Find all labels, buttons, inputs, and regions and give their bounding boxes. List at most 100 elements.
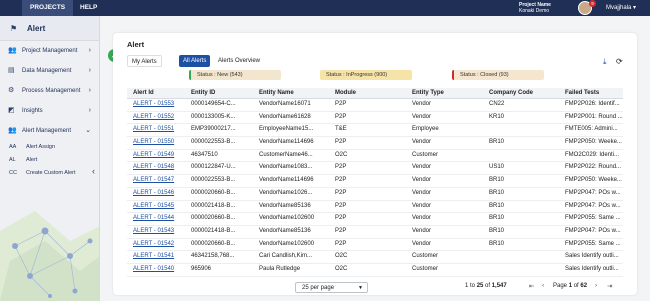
sidebar-item-label: Alert Management <box>22 128 72 134</box>
previous-page-icon[interactable]: ‹ <box>542 282 544 289</box>
refresh-icon[interactable]: ⟳ <box>616 57 623 66</box>
alert-id-link[interactable]: ALERT - 01553 <box>133 99 189 111</box>
table-row[interactable]: ALERT - 01543 0000021418-B... VendorName85… <box>127 226 623 239</box>
sidebar-item-insights[interactable]: ◩ Insights › <box>0 101 99 121</box>
column-header-entity-type[interactable]: Entity Type <box>412 88 444 99</box>
cell-entity-type: Vendor <box>412 177 432 184</box>
alert-id-link[interactable]: ALERT - 01547 <box>133 175 189 187</box>
cell-entity-id: 46347510 <box>191 151 218 158</box>
status-closed-badge[interactable]: Status : Closed (93) <box>452 70 544 80</box>
alert-panel: Alert My Alerts All Alerts Alerts Overvi… <box>113 33 637 295</box>
nav-help[interactable]: HELP <box>72 0 105 16</box>
table-row[interactable]: ALERT - 01542 0000020660-B... VendorName10… <box>127 239 623 252</box>
status-new-badge[interactable]: Status : New (543) <box>189 70 281 80</box>
table-body: ALERT - 01553 0000149654-C... VendorName16… <box>127 99 623 277</box>
first-page-icon[interactable]: ⇤ <box>529 282 534 290</box>
cell-entity-type: Vendor <box>412 189 432 196</box>
table-row[interactable]: ALERT - 01550 0000022553-B... VendorName11… <box>127 137 623 150</box>
column-header-company-code[interactable]: Company Code <box>489 88 533 99</box>
cell-module: P2P <box>335 240 347 247</box>
page-total: 62 <box>580 283 588 289</box>
sidebar-subitem-create-custom-alert[interactable]: CC Create Custom Alert <box>0 167 99 180</box>
table-row[interactable]: ALERT - 01546 0000020660-B... VendorName10… <box>127 188 623 201</box>
sidebar-header: ⚑ Alert <box>0 16 99 41</box>
alert-id-link[interactable]: ALERT - 01551 <box>133 124 189 136</box>
alert-id-link[interactable]: ALERT - 01545 <box>133 201 189 213</box>
tab-alerts-overview[interactable]: Alerts Overview <box>214 55 264 67</box>
cell-entity-id: 0000022553-B... <box>191 139 236 146</box>
column-header-module[interactable]: Module <box>335 88 356 99</box>
table-row[interactable]: ALERT - 01545 0000021418-B... VendorName85… <box>127 201 623 214</box>
table-row[interactable]: ALERT - 01552 0000133005-K... VendorName61… <box>127 112 623 125</box>
cell-company-code: KR10 <box>489 113 505 120</box>
table-row[interactable]: ALERT - 01541 46342158,768... Cari Candlis… <box>127 251 623 264</box>
next-page-icon[interactable]: › <box>595 282 597 289</box>
cell-module: O2C <box>335 265 348 272</box>
alert-id-link[interactable]: ALERT - 01552 <box>133 112 189 124</box>
alert-id-link[interactable]: ALERT - 01548 <box>133 162 189 174</box>
cell-company-code: BR10 <box>489 202 505 209</box>
nav-projects[interactable]: PROJECTS <box>22 0 74 16</box>
last-page-icon[interactable]: ⇥ <box>607 282 612 290</box>
download-icon[interactable]: ⤓ <box>603 57 607 67</box>
cell-entity-name: VendorName85136 <box>259 202 311 209</box>
column-header-entity-name[interactable]: Entity Name <box>259 88 294 99</box>
cell-entity-type: Vendor <box>412 227 432 234</box>
sidebar-item-data-management[interactable]: ▤ Data Management › <box>0 61 99 81</box>
insights-icon: ◩ <box>8 107 15 114</box>
subitem-abbr: AL <box>9 157 16 163</box>
table-row[interactable]: ALERT - 01547 0000022553-B... VendorName11… <box>127 175 623 188</box>
page-prefix: Page <box>553 283 569 289</box>
per-page-value: 25 per page <box>302 285 335 291</box>
alert-id-link[interactable]: ALERT - 01546 <box>133 188 189 200</box>
sidebar-subitem-alert-assign[interactable]: AA Alert Assign <box>0 141 99 154</box>
per-page-select[interactable]: 25 per page ▼ <box>295 282 368 293</box>
caret-down-icon: ▼ <box>358 285 363 291</box>
cell-company-code <box>489 124 563 136</box>
alert-id-link[interactable]: ALERT - 01541 <box>133 251 189 263</box>
table-row[interactable]: ALERT - 01544 0000020660-B... VendorName10… <box>127 213 623 226</box>
people-icon: 👥 <box>8 47 17 54</box>
alerts-table: Alert Id Entity ID Entity Name Module En… <box>127 88 623 277</box>
cell-module: P2P <box>335 202 347 209</box>
cell-entity-name: EmployeeName15... <box>259 126 314 133</box>
sidebar-subitem-alert[interactable]: AL Alert <box>0 154 99 167</box>
cell-entity-id: 0000149654-C... <box>191 101 236 107</box>
column-header-failed-tests[interactable]: Failed Tests <box>565 88 599 99</box>
cell-entity-name: Paula Rutledge <box>259 265 301 272</box>
cell-module: P2P <box>335 227 347 234</box>
column-header-alert-id[interactable]: Alert Id <box>133 88 154 99</box>
table-row[interactable]: ALERT - 01549 46347510 CustomerName46... O2… <box>127 150 623 163</box>
sidebar-item-label: Project Management <box>22 48 78 54</box>
cell-module: P2P <box>335 189 347 196</box>
cell-entity-id: 0000021418-B... <box>191 202 236 209</box>
subitem-abbr: CC <box>9 170 17 176</box>
alert-id-link[interactable]: ALERT - 01549 <box>133 150 189 162</box>
notification-badge[interactable]: 9 <box>589 0 596 7</box>
alert-id-link[interactable]: ALERT - 01542 <box>133 239 189 251</box>
sidebar-title: Alert <box>27 24 46 33</box>
sidebar-item-alert-management[interactable]: 👥 Alert Management ⌄ <box>0 121 99 141</box>
cell-company-code <box>489 251 563 263</box>
alert-id-link[interactable]: ALERT - 01540 <box>133 264 189 276</box>
user-menu[interactable]: Mvajjhala ▾ <box>606 4 636 11</box>
sidebar-item-process-management[interactable]: ⚙ Process Management › <box>0 81 99 101</box>
column-header-entity-id[interactable]: Entity ID <box>191 88 215 99</box>
alert-id-link[interactable]: ALERT - 01544 <box>133 213 189 225</box>
sidebar-item-project-management[interactable]: 👥 Project Management › <box>0 41 99 61</box>
table-row[interactable]: ALERT - 01540 965906 Paula Rutledge O2C Cust… <box>127 264 623 277</box>
table-row[interactable]: ALERT - 01548 0000122847-U... VendorName10… <box>127 162 623 176</box>
status-inprogress-badge[interactable]: Status : InProgress (900) <box>320 70 412 80</box>
subitem-label: Create Custom Alert <box>26 170 76 176</box>
cell-company-code: BR10 <box>489 240 505 247</box>
cell-entity-type: Vendor <box>412 202 432 209</box>
table-row[interactable]: ALERT - 01553 0000149654-C... VendorName16… <box>127 99 623 112</box>
alert-id-link[interactable]: ALERT - 01543 <box>133 226 189 238</box>
cell-company-code: BR10 <box>489 177 505 184</box>
sidebar-item-label: Insights <box>22 108 43 114</box>
table-row[interactable]: ALERT - 01551 EMP39000217... EmployeeName1… <box>127 124 623 138</box>
collapse-sidebar-icon[interactable]: ‹ <box>92 166 95 176</box>
tab-all-alerts[interactable]: All Alerts <box>179 55 211 67</box>
alert-id-link[interactable]: ALERT - 01550 <box>133 137 189 149</box>
tab-my-alerts[interactable]: My Alerts <box>127 55 162 67</box>
